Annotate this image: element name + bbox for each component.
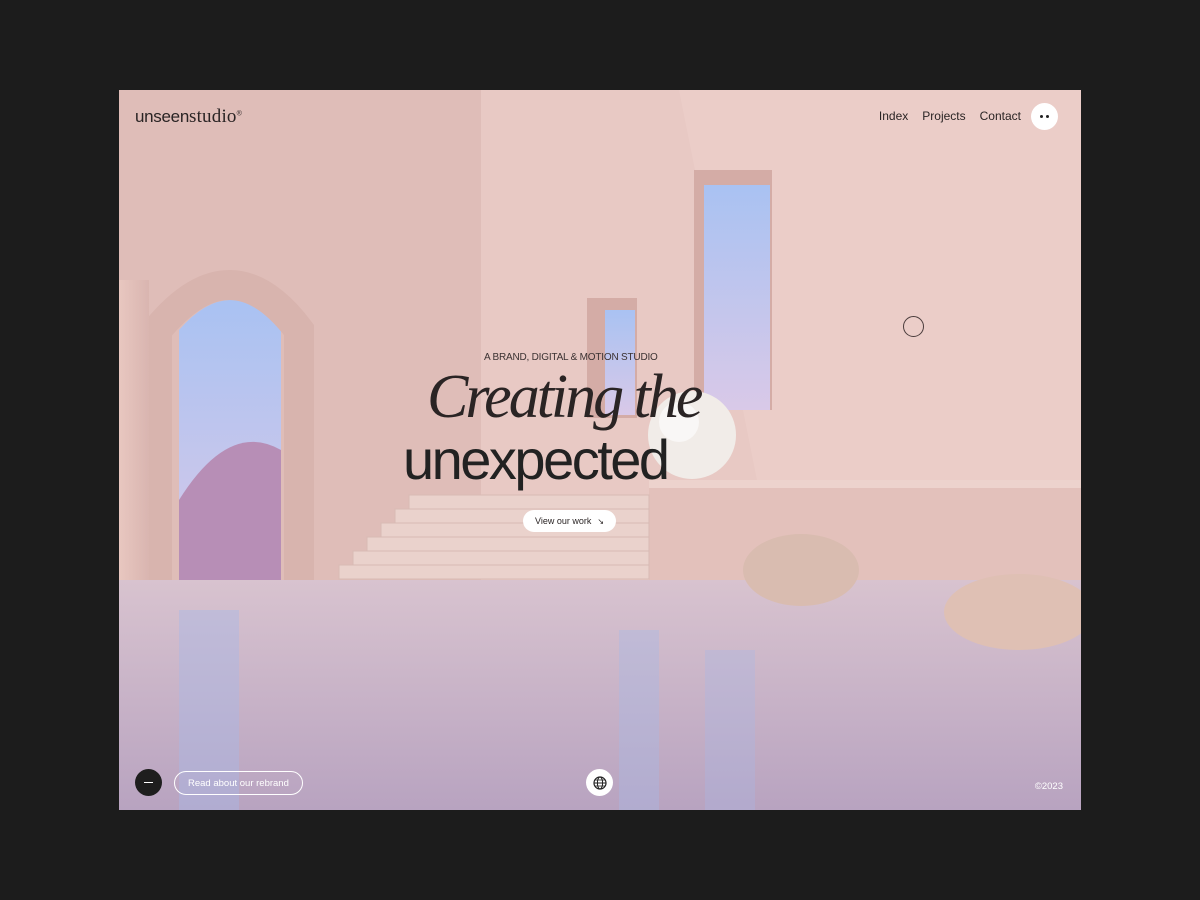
main-nav: Index Projects Contact [879, 109, 1021, 123]
minus-icon [144, 782, 153, 783]
menu-button[interactable] [1031, 103, 1058, 130]
nav-item-projects[interactable]: Projects [922, 109, 965, 123]
nav-item-index[interactable]: Index [879, 109, 908, 123]
globe-button[interactable] [586, 769, 613, 796]
logo-serif: studio [188, 106, 237, 127]
view-our-work-label: View our work [535, 516, 592, 526]
copyright-text: ©2023 [1034, 781, 1063, 792]
read-about-rebrand-link[interactable]: Read about our rebrand [174, 771, 303, 795]
site-header: unseenstudio® Index Projects Contact [119, 90, 1081, 146]
hero-title-line2: unexpected [403, 428, 670, 491]
logo-registered-mark: ® [236, 110, 242, 118]
brand-logo[interactable]: unseenstudio® [135, 106, 242, 128]
minus-toggle-button[interactable] [135, 769, 162, 796]
logo-sans: unseen [135, 107, 189, 126]
arrow-down-right-icon: ↘ [597, 516, 605, 526]
dots-menu-icon [1040, 115, 1043, 118]
dots-menu-icon [1046, 115, 1049, 118]
rebrand-label: Read about our rebrand [188, 777, 289, 789]
hero-title-line1: Creating the [427, 363, 703, 431]
globe-icon [592, 775, 607, 790]
nav-item-contact[interactable]: Contact [980, 109, 1021, 123]
view-our-work-button[interactable]: View our work ↘ [523, 510, 617, 532]
custom-cursor-ring [903, 316, 924, 337]
hero-frame: unseenstudio® Index Projects Contact A B… [119, 90, 1081, 810]
